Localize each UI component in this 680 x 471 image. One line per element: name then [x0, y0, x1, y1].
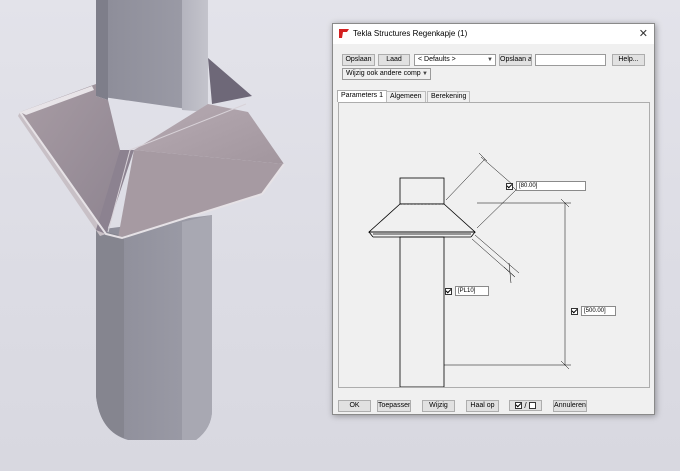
- parameters-panel: [80.00] [PL10] [500.00]: [338, 102, 650, 388]
- tab-berekening[interactable]: Berekening: [427, 91, 471, 102]
- plate-field[interactable]: [PL10]: [455, 286, 489, 296]
- modify-mode-select[interactable]: Wijzig ook andere comp ▼: [342, 68, 431, 80]
- modify-button[interactable]: Wijzig: [422, 400, 455, 412]
- window-title: Tekla Structures Regenkapje (1): [353, 29, 468, 38]
- save-button[interactable]: Opslaan: [342, 54, 375, 66]
- height-checkbox[interactable]: [571, 307, 578, 315]
- modify-mode-value: Wijzig ook andere comp: [346, 70, 421, 77]
- unchecked-box-icon: [528, 402, 536, 409]
- slope-length-field[interactable]: [80.00]: [516, 181, 586, 191]
- tab-algemeen[interactable]: Algemeen: [386, 91, 426, 102]
- regenkapje-dialog: Tekla Structures Regenkapje (1) ✕ Opslaa…: [332, 23, 655, 415]
- slope-length-checkbox[interactable]: [506, 182, 513, 190]
- height-field[interactable]: [500.00]: [581, 306, 616, 316]
- tab-parameters-1[interactable]: Parameters 1: [337, 90, 388, 102]
- help-button[interactable]: Help...: [612, 54, 645, 66]
- plate-checkbox[interactable]: [445, 287, 452, 295]
- plate-param: [PL10]: [445, 286, 489, 296]
- load-button[interactable]: Laad: [378, 54, 410, 66]
- save-as-button[interactable]: Opslaan al: [499, 54, 532, 66]
- preset-select[interactable]: < Defaults > ▼: [414, 54, 496, 66]
- chevron-down-icon: ▼: [487, 57, 493, 63]
- save-as-name-input[interactable]: [535, 54, 606, 66]
- slope-length-param: [80.00]: [506, 181, 586, 191]
- ok-button[interactable]: OK: [338, 400, 371, 412]
- checked-box-icon: [515, 402, 523, 409]
- get-button[interactable]: Haal op: [466, 400, 499, 412]
- rain-skirt-schematic: [367, 152, 571, 387]
- cancel-button[interactable]: Annuleren: [553, 400, 587, 412]
- height-param: [500.00]: [571, 306, 616, 316]
- dialog-footer: OK Toepassen Wijzig Haal op / Annuleren: [333, 399, 654, 415]
- close-icon[interactable]: ✕: [639, 27, 648, 40]
- title-bar[interactable]: Tekla Structures Regenkapje (1) ✕: [333, 24, 654, 44]
- preset-select-value: < Defaults >: [418, 56, 456, 63]
- toggle-all-checkboxes[interactable]: /: [509, 400, 542, 411]
- apply-button[interactable]: Toepassen: [377, 400, 411, 412]
- toggle-slash: /: [524, 400, 527, 410]
- chevron-down-icon: ▼: [422, 71, 428, 77]
- tekla-logo-icon: [339, 29, 349, 38]
